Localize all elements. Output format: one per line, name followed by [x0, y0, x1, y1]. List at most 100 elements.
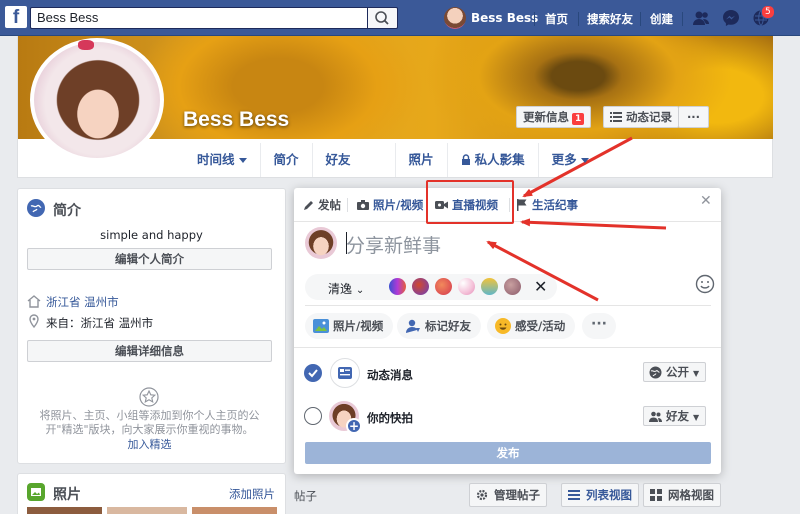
nav-profile-link[interactable]: Bess Bess	[444, 6, 538, 30]
tab-label: 更多	[551, 152, 577, 167]
tab-about[interactable]: 简介	[261, 143, 313, 177]
profile-tabs: 时间线 简介 好友 照片 私人影集 更多	[183, 143, 602, 177]
pencil-icon	[304, 200, 313, 210]
chevron-down-icon	[238, 158, 247, 163]
more-options-button[interactable]: ···	[582, 313, 616, 339]
friends-icon[interactable]	[691, 8, 711, 28]
grid-icon	[650, 489, 662, 501]
background-swatch[interactable]	[412, 278, 429, 295]
grid-view-label: 网格视图	[668, 488, 714, 502]
messenger-icon[interactable]	[721, 8, 741, 28]
background-swatch[interactable]	[389, 278, 406, 295]
post-text-input[interactable]: 分享新鲜事	[346, 231, 441, 258]
chevron-down-icon: ▼	[693, 413, 700, 422]
tab-create-post[interactable]: 发帖	[303, 196, 341, 214]
tab-label: 时间线	[197, 152, 235, 167]
manage-posts-label: 管理帖子	[494, 488, 540, 502]
activity-log-button[interactable]: 动态记录	[603, 106, 679, 128]
emoji-icon[interactable]	[695, 274, 715, 294]
check-icon	[308, 369, 318, 378]
globe-icon	[27, 199, 45, 217]
flag-icon	[517, 199, 527, 211]
avatar	[305, 227, 337, 259]
profile-more-button[interactable]: ···	[678, 106, 709, 128]
story-label: 你的快拍	[367, 411, 413, 425]
background-swatch[interactable]	[458, 278, 475, 295]
list-icon	[610, 112, 622, 122]
tab-more[interactable]: 更多	[539, 143, 602, 177]
facebook-logo-icon[interactable]: f	[5, 6, 27, 28]
intro-title: 简介	[53, 203, 81, 219]
edit-bio-button[interactable]: 编辑个人简介	[27, 248, 272, 270]
chevron-down-icon: ▼	[693, 369, 700, 378]
font-style-label: 清逸	[328, 282, 353, 296]
nav-divider	[578, 12, 579, 26]
search-button[interactable]	[368, 7, 398, 29]
edit-details-button[interactable]: 编辑详细信息	[27, 340, 272, 362]
friends-icon	[649, 411, 662, 422]
tag-friends-chip[interactable]: 标记好友	[397, 313, 481, 339]
tab-divider	[347, 198, 348, 212]
tab-label: 照片/视频	[373, 198, 424, 212]
list-icon	[568, 490, 580, 500]
notifications-badge: 5	[761, 5, 775, 19]
location-pin-icon	[29, 314, 39, 328]
profile-name[interactable]: Bess Bess	[183, 108, 289, 132]
chevron-down-icon: ⌄	[355, 285, 365, 296]
tab-photos[interactable]: 照片	[396, 143, 448, 177]
close-icon[interactable]: ✕	[700, 193, 712, 209]
close-styles-icon[interactable]: ✕	[534, 277, 547, 296]
photo-icon	[313, 319, 329, 333]
tab-label: 发帖	[318, 198, 341, 212]
add-photos-link[interactable]: 添加照片	[229, 486, 275, 502]
search-input[interactable]: Bess Bess	[30, 7, 368, 29]
nav-home-link[interactable]: 首页	[545, 11, 568, 27]
privacy-label: 公开	[666, 365, 689, 379]
update-info-button[interactable]: 更新信息 1	[516, 106, 592, 128]
nav-divider	[640, 12, 641, 26]
tab-timeline[interactable]: 时间线	[183, 143, 261, 177]
tab-photo-video[interactable]: 照片/视频	[357, 196, 423, 214]
font-style-dropdown[interactable]: 清逸 ⌄	[328, 280, 364, 297]
chip-label: 照片/视频	[333, 319, 384, 333]
story-checkbox[interactable]	[304, 407, 322, 425]
photo-icon	[27, 483, 45, 501]
lives-in-text[interactable]: 浙江省 温州市	[46, 294, 119, 310]
tab-label: 好友	[325, 152, 351, 167]
annotation-highlight-box	[426, 180, 514, 224]
grid-view-button[interactable]: 网格视图	[643, 483, 721, 507]
manage-posts-button[interactable]: 管理帖子	[469, 483, 547, 507]
tab-friends[interactable]: 好友	[313, 143, 396, 177]
tag-friends-icon	[406, 319, 420, 333]
tab-label: 私人影集	[474, 152, 525, 167]
feeling-activity-chip[interactable]: 感受/活动	[487, 313, 576, 339]
photo-video-chip[interactable]: 照片/视频	[305, 313, 394, 339]
nav-find-friends-link[interactable]: 搜索好友	[587, 11, 633, 27]
composer-divider	[305, 305, 711, 306]
news-feed-icon	[338, 367, 352, 379]
tab-private-albums[interactable]: 私人影集	[448, 143, 539, 177]
background-swatch[interactable]	[481, 278, 498, 295]
photos-thumbnails-strip[interactable]	[27, 507, 277, 514]
search-icon	[375, 11, 389, 25]
news-feed-checkbox[interactable]	[304, 364, 322, 382]
nav-user-name: Bess Bess	[471, 11, 539, 25]
list-view-button[interactable]: 列表视图	[561, 483, 639, 507]
chip-label: 感受/活动	[515, 319, 566, 333]
news-feed-icon-wrap	[330, 358, 360, 388]
smiley-icon	[495, 318, 511, 334]
lock-icon	[461, 154, 470, 165]
tab-label: 生活纪事	[532, 198, 578, 212]
add-featured-link[interactable]: 加入精选	[27, 438, 272, 452]
nav-create-link[interactable]: 创建	[650, 11, 673, 27]
globe-icon	[649, 366, 662, 379]
publish-button[interactable]: 发布	[305, 442, 711, 464]
story-privacy-dropdown[interactable]: 好友 ▼	[643, 406, 707, 426]
news-feed-privacy-dropdown[interactable]: 公开 ▼	[643, 362, 707, 382]
update-info-count-badge: 1	[572, 113, 585, 125]
profile-picture[interactable]	[30, 38, 164, 162]
background-swatch[interactable]	[435, 278, 452, 295]
background-swatch[interactable]	[504, 278, 521, 295]
gear-icon	[476, 489, 488, 501]
tab-life-event[interactable]: 生活纪事	[517, 196, 578, 214]
